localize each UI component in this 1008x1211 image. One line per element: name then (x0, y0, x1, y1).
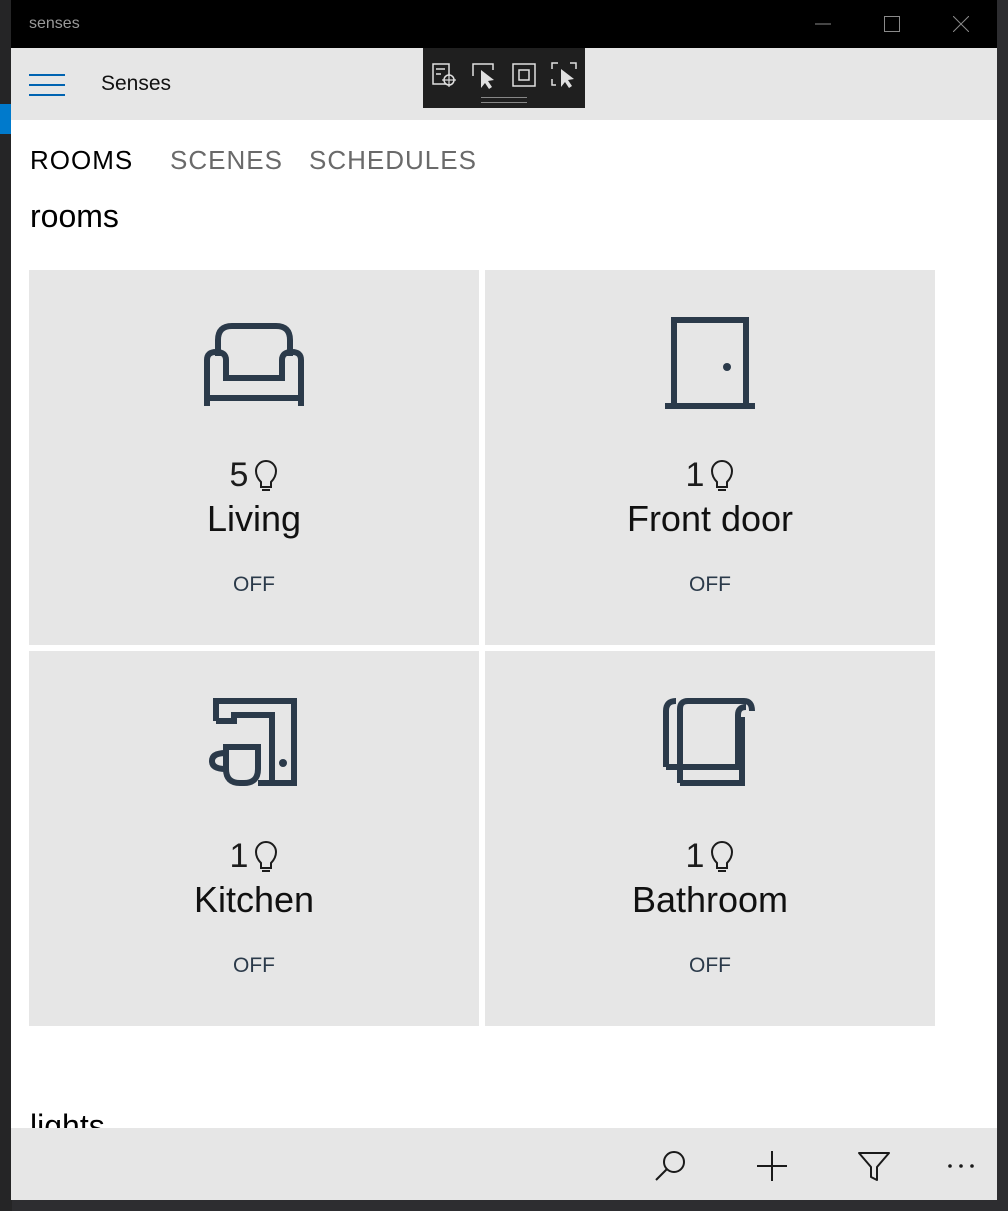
close-button[interactable] (927, 0, 995, 48)
light-count: 1 (29, 837, 479, 876)
hamburger-icon (29, 74, 65, 96)
bulb-icon (711, 840, 734, 872)
sofa-icon (204, 323, 304, 406)
light-count-value: 5 (229, 456, 249, 494)
search-button[interactable] (650, 1146, 690, 1186)
hamburger-menu-button[interactable] (29, 74, 65, 96)
room-state: OFF (233, 573, 275, 596)
tab-rooms[interactable]: ROOMS (30, 145, 133, 176)
close-icon (953, 16, 969, 32)
bulb-icon (255, 840, 278, 872)
track-focused-element-button[interactable] (549, 60, 579, 90)
light-count-value: 1 (685, 837, 705, 875)
room-name: Kitchen (193, 879, 315, 920)
bulb-icon (711, 459, 734, 491)
room-state: OFF (689, 573, 731, 596)
room-state: OFF (689, 954, 731, 977)
room-name: Living (206, 498, 302, 539)
room-name: Front door (626, 498, 794, 539)
maximize-icon (884, 16, 900, 32)
minimize-icon (815, 23, 831, 25)
light-count: 1 (485, 837, 935, 876)
layout-adorner-icon (512, 63, 536, 87)
door-icon (665, 317, 755, 409)
track-focus-icon (551, 62, 577, 88)
more-icon (948, 1164, 974, 1168)
more-options-button[interactable] (941, 1146, 981, 1186)
visual-tree-icon (432, 63, 456, 87)
title-bar: senses (11, 0, 997, 48)
background-ide-right (996, 0, 1008, 1211)
background-ide-bottom (12, 1200, 1008, 1211)
bulb-icon (255, 459, 278, 491)
room-name: Bathroom (631, 879, 789, 920)
light-count: 1 (485, 456, 935, 495)
toolbar-drag-handle[interactable] (481, 97, 527, 103)
live-visual-tree-button[interactable] (429, 60, 459, 90)
tab-scenes[interactable]: SCENES (170, 145, 283, 176)
select-pointer-icon (472, 63, 494, 89)
debug-toolbar (423, 48, 585, 108)
room-tile-front-door[interactable]: 1 Front door OFF (485, 270, 935, 645)
search-icon (655, 1151, 685, 1181)
room-tile-living[interactable]: 5 Living OFF (29, 270, 479, 645)
room-tile-kitchen[interactable]: 1 Kitchen OFF (29, 651, 479, 1026)
app-window: senses Senses ROOMS SCENES SCHEDULES roo… (11, 0, 997, 1200)
filter-icon (858, 1152, 890, 1181)
room-state: OFF (233, 954, 275, 977)
rooms-heading: rooms (30, 198, 119, 234)
app-title: Senses (101, 72, 172, 95)
filter-button[interactable] (854, 1146, 894, 1186)
maximize-button[interactable] (858, 0, 926, 48)
window-title: senses (29, 15, 80, 32)
select-element-button[interactable] (469, 60, 499, 90)
room-tile-bathroom[interactable]: 1 Bathroom OFF (485, 651, 935, 1026)
tab-schedules[interactable]: SCHEDULES (309, 145, 477, 176)
add-icon (757, 1151, 787, 1181)
light-count-value: 1 (685, 456, 705, 494)
display-layout-adorners-button[interactable] (509, 60, 539, 90)
minimize-button[interactable] (789, 0, 857, 48)
add-button[interactable] (752, 1146, 792, 1186)
command-bar (11, 1128, 997, 1200)
kitchen-coffee-icon (208, 698, 297, 786)
towel-icon (663, 698, 755, 786)
light-count-value: 1 (229, 837, 249, 875)
light-count: 5 (29, 456, 479, 495)
